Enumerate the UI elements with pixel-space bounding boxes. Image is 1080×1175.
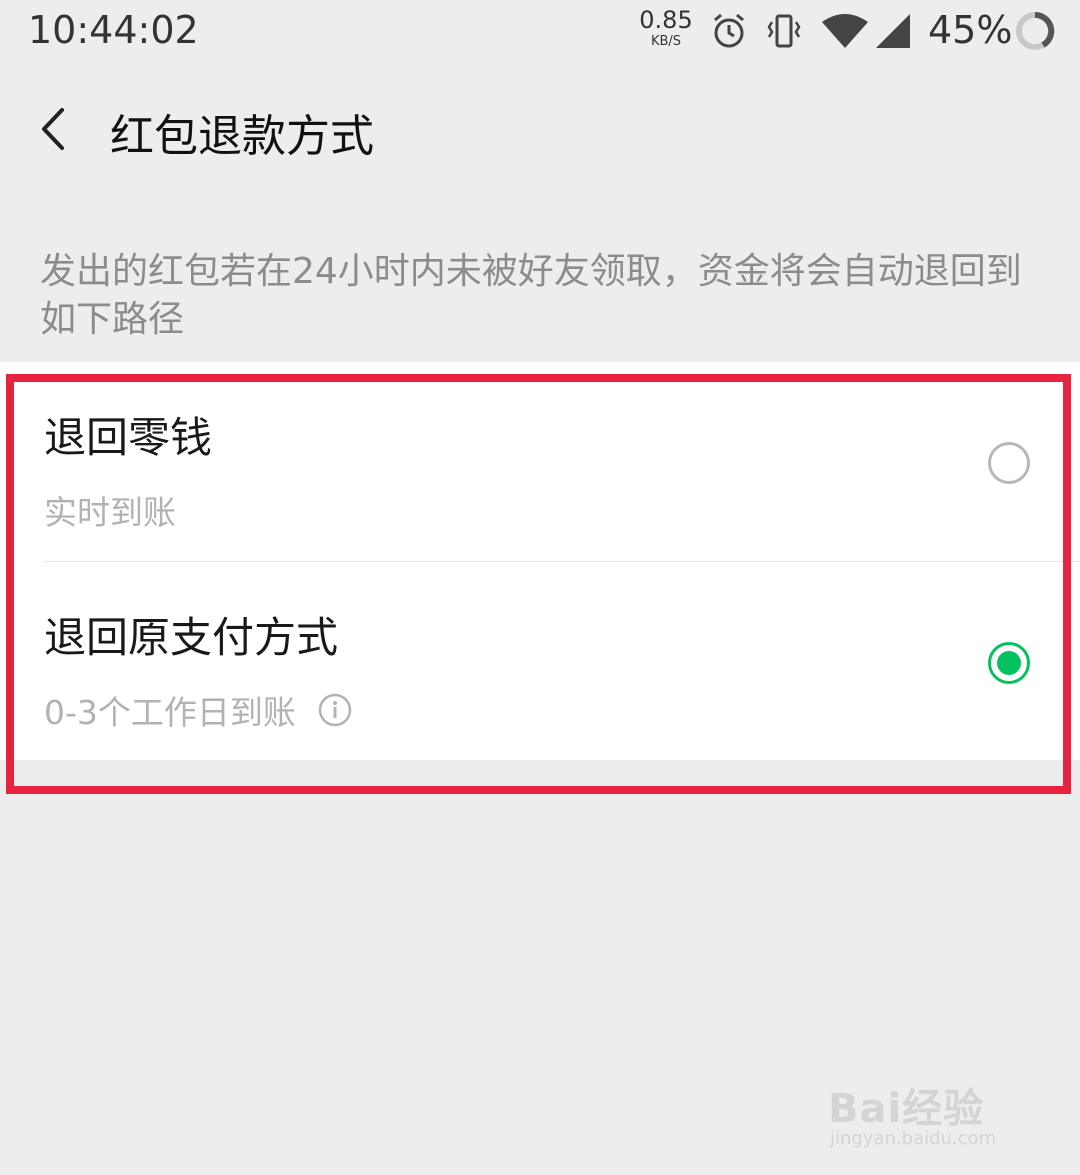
option-return-to-original-payment[interactable]: 退回原支付方式 0-3个工作日到账	[0, 562, 1080, 761]
wifi-icon	[822, 14, 868, 48]
navigation-bar: 红包退款方式	[0, 90, 1080, 180]
page-title: 红包退款方式	[110, 111, 374, 162]
network-speed-value: 0.85	[639, 6, 693, 34]
option-subtitle-text: 实时到账	[44, 493, 176, 532]
refund-description: 发出的红包若在24小时内未被好友领取，资金将会自动退回到如下路径	[40, 251, 1022, 340]
alarm-icon	[714, 13, 744, 48]
status-bar: 10:44:02 0.85 KB/S 45%	[0, 0, 1080, 64]
signal-icon	[876, 14, 910, 48]
battery-percent: 45%	[928, 8, 1013, 52]
radio-unselected[interactable]	[988, 442, 1030, 484]
watermark-logo: Bai经验	[828, 1086, 985, 1132]
watermark: Bai经验 jingyan.baidu.com	[828, 1062, 1028, 1152]
network-speed: 0.85 KB/S	[636, 8, 696, 48]
chevron-left-icon[interactable]	[30, 104, 80, 154]
network-speed-unit: KB/S	[650, 34, 682, 49]
info-icon[interactable]	[318, 693, 352, 727]
status-time: 10:44:02	[28, 8, 199, 52]
refund-options-list: 退回零钱 实时到账 退回原支付方式 0-3个工作日到账	[0, 362, 1080, 760]
option-subtitle: 0-3个工作日到账	[44, 686, 352, 734]
option-subtitle-text: 0-3个工作日到账	[44, 693, 296, 732]
radio-selected[interactable]	[988, 642, 1030, 684]
option-title: 退回原支付方式	[44, 613, 339, 662]
vibrate-icon	[767, 14, 801, 48]
option-title: 退回零钱	[44, 413, 213, 462]
option-subtitle: 实时到账	[44, 486, 176, 534]
option-return-to-balance[interactable]: 退回零钱 实时到账	[0, 362, 1080, 562]
watermark-url: jingyan.baidu.com	[830, 1128, 997, 1149]
battery-icon	[1016, 11, 1055, 50]
